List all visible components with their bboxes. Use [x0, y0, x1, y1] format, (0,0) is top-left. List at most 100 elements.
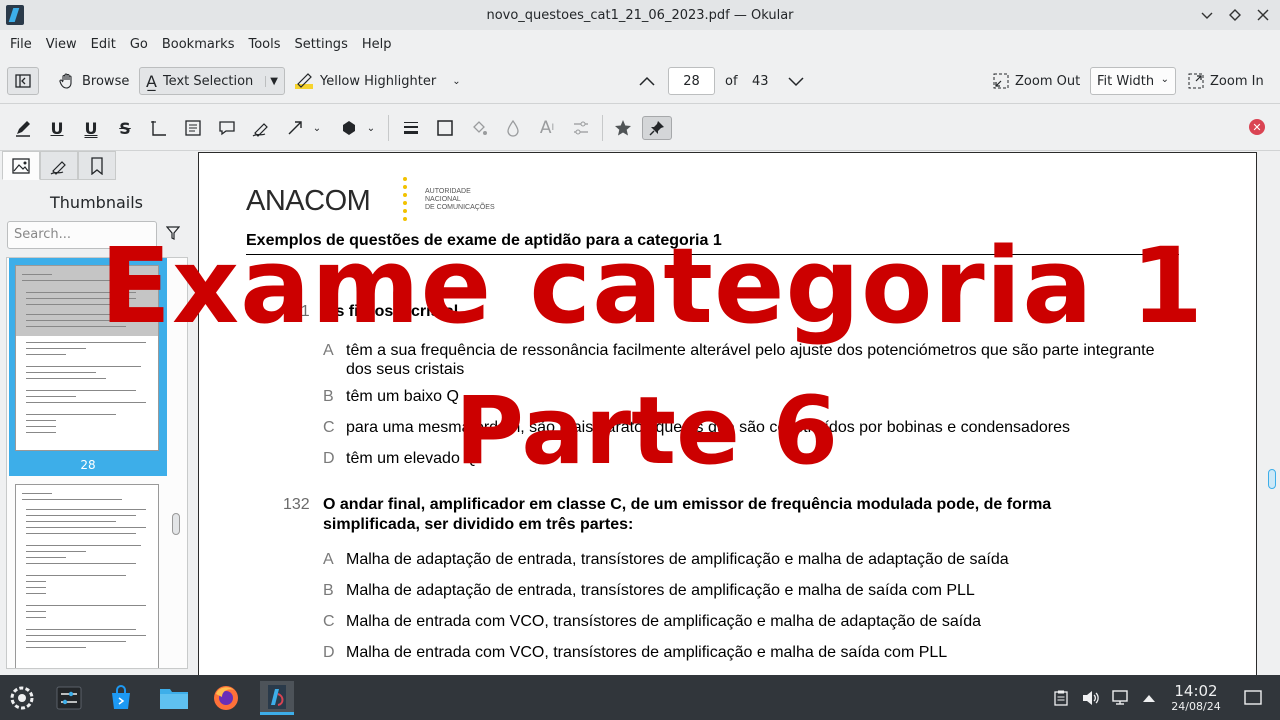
okular-app-icon: [6, 5, 24, 25]
opacity-icon[interactable]: [500, 116, 526, 140]
page-total-label: 43: [752, 73, 769, 89]
chevron-down-icon[interactable]: ⌄: [452, 76, 460, 87]
question-number: 132: [283, 496, 310, 513]
zoom-in-button[interactable]: Zoom In: [1188, 67, 1264, 95]
clock-date: 24/08/24: [1171, 700, 1221, 713]
close-icon[interactable]: [1254, 4, 1272, 26]
highlighter-label: Yellow Highlighter: [320, 73, 437, 89]
hand-icon: [59, 73, 72, 89]
menu-help[interactable]: Help: [355, 37, 399, 52]
bookmarks-tab-icon[interactable]: [78, 151, 116, 180]
browse-tool-button[interactable]: Browse: [58, 67, 129, 95]
chevron-down-icon[interactable]: ⌄: [364, 116, 378, 140]
taskbar: 14:02 24/08/24: [0, 675, 1280, 720]
fill-color-icon[interactable]: [466, 116, 492, 140]
option-letter: B: [323, 388, 334, 405]
logo-dots: [403, 177, 407, 223]
line-color-icon[interactable]: [432, 116, 458, 140]
page-of-label: of: [725, 73, 738, 89]
yellow-highlighter-button[interactable]: Yellow Highlighter ⌄: [294, 67, 461, 95]
close-annotation-toolbar-icon[interactable]: ✕: [1249, 119, 1265, 135]
zoom-out-icon: [993, 73, 1009, 89]
show-desktop-icon[interactable]: [1244, 689, 1262, 707]
option-letter: D: [323, 644, 335, 661]
clock[interactable]: 14:02 24/08/24: [1166, 683, 1226, 714]
thumbnails-tab-icon[interactable]: [2, 151, 40, 180]
browse-label: Browse: [82, 73, 130, 89]
system-settings-icon[interactable]: [52, 681, 86, 715]
document-scrollbar[interactable]: [1268, 469, 1276, 489]
menu-bookmarks[interactable]: Bookmarks: [155, 37, 242, 52]
popup-note-icon[interactable]: [214, 116, 240, 140]
discover-store-icon[interactable]: [104, 681, 138, 715]
option-letter: D: [323, 450, 335, 467]
zoom-in-label: Zoom In: [1210, 73, 1264, 89]
arrow-icon[interactable]: [282, 116, 308, 140]
volume-icon[interactable]: [1082, 689, 1100, 707]
menu-file[interactable]: File: [3, 37, 39, 52]
typewriter-icon[interactable]: [146, 116, 172, 140]
squiggle-underline-icon[interactable]: U: [78, 116, 104, 140]
chevron-up-icon: [639, 76, 655, 86]
page-number-input[interactable]: 28: [668, 67, 715, 95]
menu-view[interactable]: View: [39, 37, 84, 52]
anacom-logo: ANACOM: [246, 185, 371, 217]
zoom-out-button[interactable]: Zoom Out: [993, 67, 1080, 95]
option-text: Malha de entrada com VCO, transístores d…: [346, 644, 948, 661]
text-cursor-icon: A̲: [146, 71, 157, 91]
thumbnail-page-29[interactable]: [15, 484, 159, 668]
chevron-down-icon: [788, 77, 804, 87]
window-title: novo_questoes_cat1_21_06_2023.pdf — Okul…: [486, 7, 794, 23]
strikeout-icon[interactable]: S: [112, 116, 138, 140]
text-selection-label: Text Selection: [162, 73, 254, 89]
option-text: Malha de entrada com VCO, transístores d…: [346, 613, 982, 630]
logo-subtitle: AUTORIDADE NACIONAL DE COMUNICAÇÕES: [425, 188, 495, 211]
stamp-icon[interactable]: [336, 116, 362, 140]
application-launcher-icon[interactable]: [5, 681, 39, 715]
previous-page-button[interactable]: [637, 67, 657, 95]
thumbnail-page-number: 28: [80, 458, 96, 472]
line-width-icon[interactable]: [398, 116, 424, 140]
clipboard-icon[interactable]: [1052, 689, 1070, 707]
menu-settings[interactable]: Settings: [288, 37, 355, 52]
sidebar-toggle-button[interactable]: [7, 67, 39, 95]
overlay-title: Exame categoria 1: [100, 225, 1205, 347]
chevron-down-icon[interactable]: ⌄: [310, 116, 324, 140]
sidebar-title: Thumbnails: [50, 193, 143, 212]
highlighter-icon: [295, 73, 313, 89]
menu-bar: File View Edit Go Bookmarks Tools Settin…: [0, 30, 1280, 58]
menu-edit[interactable]: Edit: [84, 37, 123, 52]
font-icon[interactable]: AI: [534, 116, 560, 140]
minimize-icon[interactable]: [1198, 4, 1216, 26]
favorite-star-icon[interactable]: [610, 116, 636, 140]
chevron-up-icon[interactable]: [1140, 689, 1158, 707]
firefox-icon[interactable]: [209, 681, 243, 715]
overlay-subtitle: Parte 6: [455, 377, 838, 486]
freehand-line-icon[interactable]: [248, 116, 274, 140]
toolbar-separator: [388, 115, 389, 141]
next-page-button[interactable]: [786, 67, 806, 95]
annotations-tab-icon[interactable]: [40, 151, 78, 180]
zoom-mode-select[interactable]: Fit Width ⌄: [1090, 67, 1176, 95]
chevron-down-icon: ⌄: [1160, 74, 1169, 85]
menu-go[interactable]: Go: [123, 37, 155, 52]
highlighter-icon[interactable]: [10, 116, 36, 140]
inline-note-icon[interactable]: [180, 116, 206, 140]
zoom-out-label: Zoom Out: [1015, 73, 1081, 89]
underline-icon[interactable]: U: [44, 116, 70, 140]
sidebar-toggle-icon: [15, 74, 31, 88]
file-manager-icon[interactable]: [157, 681, 191, 715]
menu-tools[interactable]: Tools: [241, 37, 287, 52]
title-bar: novo_questoes_cat1_21_06_2023.pdf — Okul…: [0, 0, 1280, 30]
text-selection-tool-button[interactable]: A̲ Text Selection ▼: [139, 67, 285, 95]
toolbar-separator: [602, 115, 603, 141]
sidebar-scrollbar[interactable]: [172, 513, 180, 535]
network-icon[interactable]: [1112, 689, 1130, 707]
option-letter: A: [323, 551, 334, 568]
chevron-down-icon[interactable]: ▼: [265, 75, 278, 87]
okular-task-icon[interactable]: [260, 681, 294, 715]
maximize-icon[interactable]: [1226, 4, 1244, 26]
option-text: Malha de adaptação de entrada, transísto…: [346, 582, 975, 599]
annotation-settings-icon[interactable]: [568, 116, 594, 140]
pin-toolbar-icon[interactable]: [642, 116, 672, 140]
